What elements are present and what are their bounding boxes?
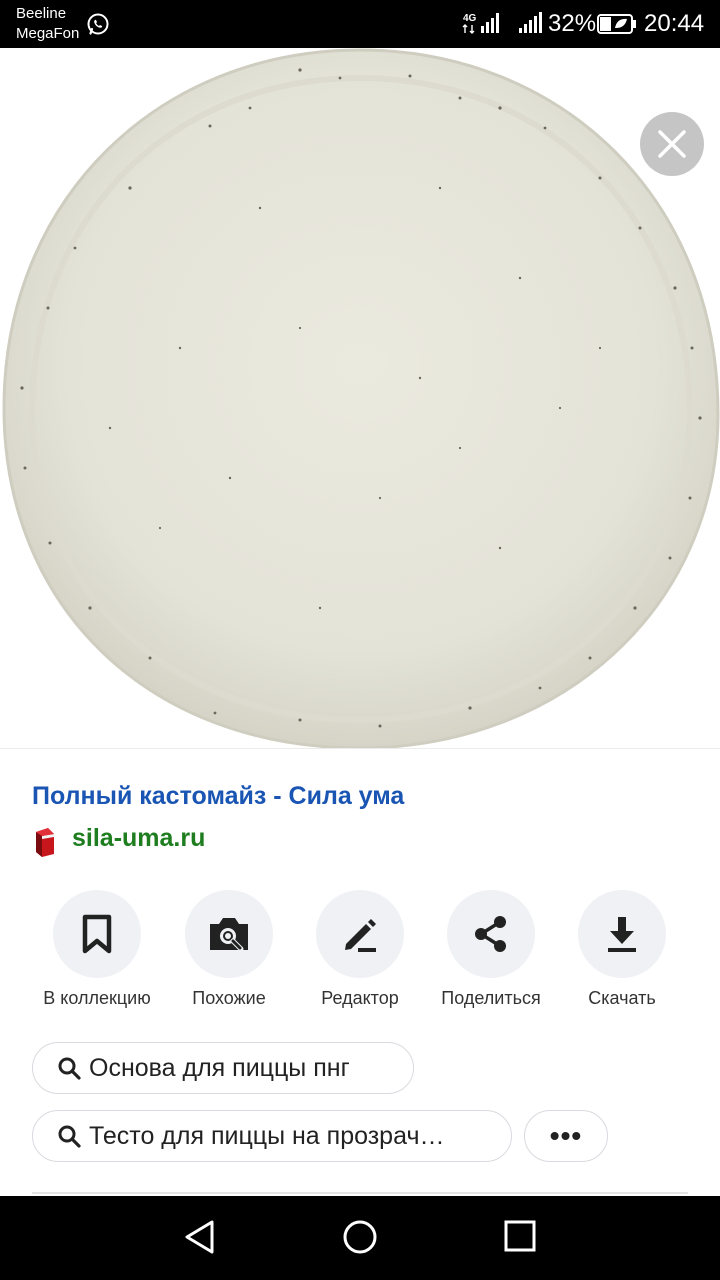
action-label: Редактор [321, 988, 399, 1008]
chip-label: Основа для пиццы пнг [89, 1053, 350, 1082]
pencil-icon [345, 919, 376, 952]
more-options-button[interactable]: ••• [524, 1110, 608, 1162]
share-icon [475, 916, 506, 952]
search-icon [58, 1125, 81, 1148]
action-label: В коллекцию [43, 988, 151, 1008]
signal-icon [481, 13, 499, 33]
chip-label: Тесто для пиццы на прозрач… [89, 1121, 445, 1150]
result-title-link[interactable]: Полный кастомайз - Сила ума [32, 782, 404, 811]
recent-apps-icon[interactable] [504, 1220, 536, 1252]
clock: 20:44 [644, 10, 705, 37]
editor-button[interactable]: Редактор [290, 890, 430, 1009]
svg-text:4G: 4G [463, 13, 477, 24]
divider [32, 1192, 688, 1194]
similar-images-button[interactable]: Похожие [159, 890, 299, 1009]
battery-percentage: 32% [548, 10, 597, 37]
battery-icon [597, 14, 636, 34]
carrier-1: Beeline [16, 5, 67, 22]
back-icon[interactable] [182, 1218, 218, 1256]
share-button[interactable]: Поделиться [421, 890, 561, 1009]
action-circle [53, 890, 141, 978]
camera-search-icon [210, 918, 248, 952]
action-label: Поделиться [441, 988, 541, 1008]
related-search-chip[interactable]: Основа для пиццы пнг [32, 1042, 414, 1094]
carrier-names: Beeline MegaFon [16, 4, 79, 44]
add-to-collection-button[interactable]: В коллекцию [27, 890, 167, 1009]
action-circle [578, 890, 666, 978]
action-label: Скачать [588, 988, 656, 1008]
carrier-2: MegaFon [16, 25, 80, 42]
signal-icon [519, 12, 542, 33]
network-type-icon: 4G [462, 13, 477, 34]
close-icon [658, 130, 686, 158]
download-button[interactable]: Скачать [552, 890, 692, 1009]
action-circle [447, 890, 535, 978]
action-bar: В коллекцию Похожие Редактор Поделиться … [0, 890, 720, 1020]
whatsapp-icon [87, 13, 109, 35]
related-search-chip[interactable]: Тесто для пиццы на прозрач… [32, 1110, 512, 1162]
image-preview[interactable] [0, 48, 720, 748]
action-circle [185, 890, 273, 978]
download-icon [608, 917, 636, 952]
result-source-link[interactable]: sila-uma.ru [72, 824, 205, 853]
divider [0, 748, 720, 749]
pizza-dough-image [2, 48, 720, 748]
close-button[interactable] [640, 112, 704, 176]
action-circle [316, 890, 404, 978]
bookmark-icon [82, 914, 112, 954]
home-icon[interactable] [342, 1218, 378, 1256]
status-bar: Beeline MegaFon 4G 32% 20:44 [0, 0, 720, 48]
site-favicon-icon [36, 828, 54, 857]
search-icon [58, 1057, 81, 1080]
action-label: Похожие [192, 988, 266, 1008]
navigation-bar [0, 1196, 720, 1280]
